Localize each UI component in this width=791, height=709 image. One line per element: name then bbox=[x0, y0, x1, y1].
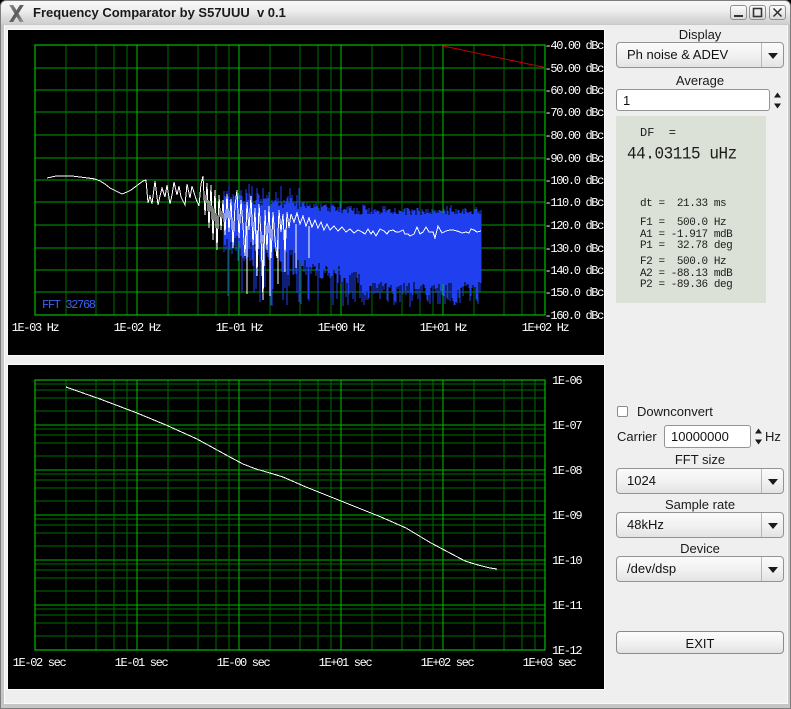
svg-text:-90.00 dBc: -90.00 dBc bbox=[545, 152, 605, 166]
svg-text:-150.0 dBc: -150.0 dBc bbox=[545, 286, 605, 300]
svg-text:1E+03 sec: 1E+03 sec bbox=[523, 656, 577, 670]
svg-text:1E-11: 1E-11 bbox=[552, 599, 582, 613]
svg-text:1E-02 Hz: 1E-02 Hz bbox=[114, 321, 162, 335]
svg-text:-40.00 dBc: -40.00 dBc bbox=[545, 39, 605, 53]
svg-text:1E-02 sec: 1E-02 sec bbox=[13, 656, 67, 670]
svg-text:1E-07: 1E-07 bbox=[552, 419, 582, 433]
svg-text:-70.00 dBc: -70.00 dBc bbox=[545, 106, 605, 120]
svg-text:FFT 32768: FFT 32768 bbox=[42, 298, 96, 312]
svg-text:-80.00 dBc: -80.00 dBc bbox=[545, 129, 605, 143]
svg-text:-100.0 dBc: -100.0 dBc bbox=[545, 174, 605, 188]
svg-text:-130.0 dBc: -130.0 dBc bbox=[545, 242, 605, 256]
svg-text:-140.0 dBc: -140.0 dBc bbox=[545, 264, 605, 278]
svg-text:1E+02 Hz: 1E+02 Hz bbox=[522, 321, 570, 335]
svg-text:1E-08: 1E-08 bbox=[552, 464, 582, 478]
svg-text:1E-03 Hz: 1E-03 Hz bbox=[12, 321, 60, 335]
svg-text:1E+00 Hz: 1E+00 Hz bbox=[318, 321, 366, 335]
svg-text:1E+02 sec: 1E+02 sec bbox=[421, 656, 475, 670]
svg-text:1E-06: 1E-06 bbox=[552, 374, 582, 388]
svg-text:1E-01 sec: 1E-01 sec bbox=[115, 656, 169, 670]
svg-text:1E+01 sec: 1E+01 sec bbox=[319, 656, 373, 670]
svg-text:1E-09: 1E-09 bbox=[552, 509, 582, 523]
svg-text:-120.0 dBc: -120.0 dBc bbox=[545, 219, 605, 233]
svg-text:1E-01 Hz: 1E-01 Hz bbox=[216, 321, 264, 335]
svg-text:1E-10: 1E-10 bbox=[552, 554, 582, 568]
svg-text:-110.0 dBc: -110.0 dBc bbox=[545, 196, 605, 210]
svg-text:-60.00 dBc: -60.00 dBc bbox=[545, 84, 605, 98]
svg-text:1E-00 sec: 1E-00 sec bbox=[217, 656, 271, 670]
svg-text:1E+01 Hz: 1E+01 Hz bbox=[420, 321, 468, 335]
svg-text:-50.00 dBc: -50.00 dBc bbox=[545, 62, 605, 76]
